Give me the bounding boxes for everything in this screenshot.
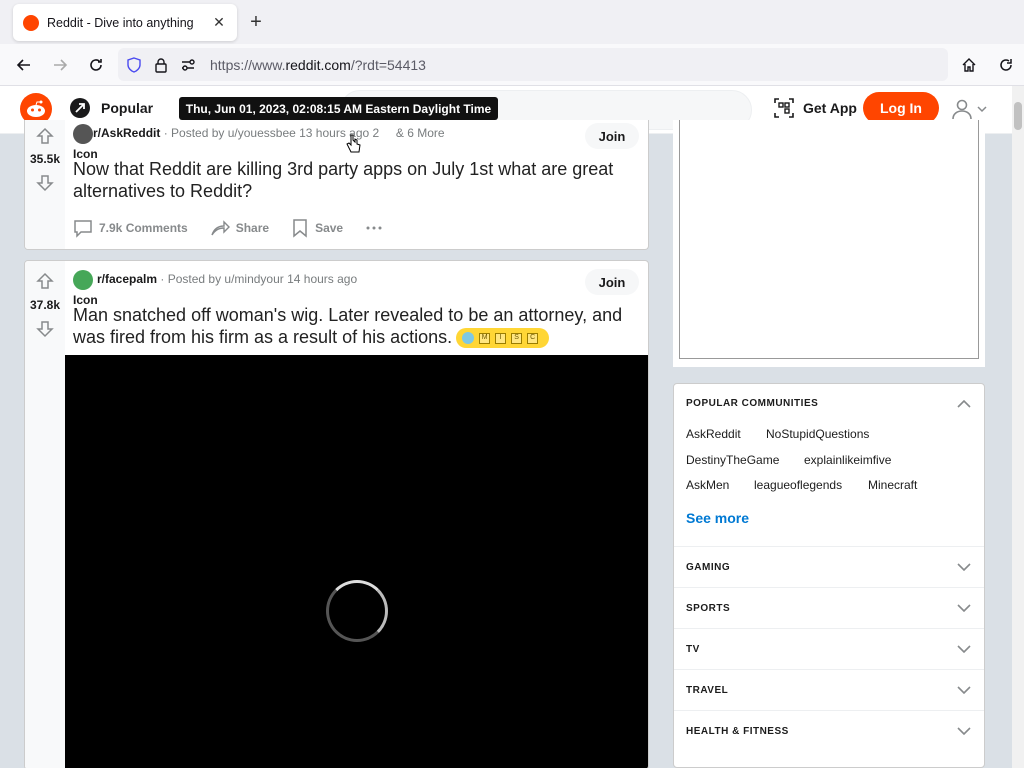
timestamp-tooltip: Thu, Jun 01, 2023, 02:08:15 AM Eastern D… [179,97,498,120]
category-label: HEALTH & FITNESS [686,726,789,737]
comments-label: 7.9k Comments [99,221,188,235]
see-more-link[interactable]: See more [686,510,749,526]
browser-tab[interactable]: Reddit - Dive into anything ✕ [13,4,237,41]
lock-icon[interactable] [154,57,168,73]
sync-icon[interactable] [994,53,1018,77]
flair-letter: S [511,332,523,344]
comments-button[interactable]: 7.9k Comments [73,218,188,238]
category-label: SPORTS [686,603,731,614]
community-link[interactable]: leagueoflegends [754,478,842,492]
reddit-favicon-icon [23,14,39,31]
category-tv[interactable]: TV [674,628,984,669]
bookmark-icon [293,219,307,238]
flair-letter: M [479,332,491,344]
post-actions: 7.9k Comments Share Save [73,218,411,238]
popular-communities-title: POPULAR COMMUNITIES [686,398,819,409]
upvote-icon[interactable] [35,126,55,146]
downvote-icon[interactable] [35,319,55,339]
post-meta: r/AskReddit · Posted by u/youessbee 13 h… [73,126,445,140]
get-app-label: Get App [803,100,857,116]
post-card[interactable]: 37.8k r/facepalm · Posted by u/mindyour … [24,260,649,768]
qr-code-icon [774,98,794,118]
vote-score: 37.8k [29,298,61,312]
share-label: Share [235,221,270,235]
flair-emoji-icon [462,332,475,345]
category-label: TRAVEL [686,685,729,696]
category-sports[interactable]: SPORTS [674,587,984,628]
community-link[interactable]: AskReddit [686,427,741,441]
chevron-up-icon[interactable] [956,396,972,412]
permissions-icon[interactable] [180,57,196,73]
get-app-button[interactable]: Get App [774,98,857,118]
share-button[interactable]: Share [210,218,269,238]
post-title[interactable]: Man snatched off woman's wig. Later reve… [73,304,648,349]
video-player[interactable] [65,355,648,768]
posted-by[interactable]: · Posted by u/youessbee 13 hours ago [164,126,369,140]
browser-nav-bar: https://www.reddit.com/?rdt=54413 [0,44,1024,86]
vote-score: 35.5k [29,152,61,166]
user-menu[interactable] [951,98,988,120]
save-button[interactable]: Save [291,218,343,238]
comment-icon [74,220,92,238]
shield-icon[interactable] [126,56,142,73]
share-icon [211,220,230,236]
home-icon[interactable] [957,53,981,77]
trending-arrow-icon [70,98,90,118]
subreddit-link[interactable]: r/facepalm [97,272,157,286]
community-link[interactable]: NoStupidQuestions [766,427,869,441]
mouse-cursor-icon [346,134,362,159]
url-text: https://www.reddit.com/?rdt=54413 [210,56,426,73]
award-count[interactable]: 2 & 6 More [373,126,445,140]
feed-label: Popular [101,100,154,116]
new-tab-icon[interactable]: + [246,10,266,34]
browser-tab-bar: Reddit - Dive into anything ✕ + [0,0,1024,44]
feed-selector[interactable]: Popular [70,98,153,118]
downvote-icon[interactable] [35,173,55,193]
community-link[interactable]: AskMen [686,478,729,492]
vote-column: 35.5k [25,120,65,249]
url-bar[interactable]: https://www.reddit.com/?rdt=54413 [118,48,948,81]
subreddit-link[interactable]: r/AskReddit [93,126,160,140]
popular-communities-panel: POPULAR COMMUNITIES AskReddit NoStupidQu… [673,383,985,768]
sidebar-ad-box [673,120,985,367]
more-options-icon[interactable] [365,225,389,231]
community-link[interactable]: explainlikeimfive [804,453,891,467]
flair-letter: C [527,332,539,344]
posted-by[interactable]: · Posted by u/mindyour 14 hours ago [160,272,357,286]
post-card[interactable]: 35.5k r/AskReddit · Posted by u/youessbe… [24,120,649,250]
category-label: GAMING [686,562,731,573]
community-link[interactable]: DestinyTheGame [686,453,779,467]
chevron-down-icon [956,641,972,657]
user-icon [952,99,972,120]
tab-title: Reddit - Dive into anything [47,15,194,30]
chevron-down-icon [977,106,987,113]
loading-spinner-icon [326,580,388,642]
upvote-icon[interactable] [35,271,55,291]
chevron-down-icon [956,559,972,575]
vote-column: 37.8k [25,261,65,768]
post-flair[interactable]: MISC [456,328,550,349]
save-label: Save [315,221,344,235]
chevron-down-icon [956,723,972,739]
chevron-down-icon [956,682,972,698]
join-button[interactable]: Join [585,123,639,149]
page-scrollbar[interactable] [1012,86,1024,768]
reload-icon[interactable] [84,53,108,77]
category-travel[interactable]: TRAVEL [674,669,984,710]
close-tab-icon[interactable]: ✕ [211,14,227,31]
chevron-down-icon [956,600,972,616]
ad-frame [679,120,979,359]
flair-letter: I [495,332,507,344]
post-title[interactable]: Now that Reddit are killing 3rd party ap… [73,158,648,202]
community-link[interactable]: Minecraft [868,478,917,492]
category-label: TV [686,644,700,655]
back-icon[interactable] [12,53,36,77]
forward-icon[interactable] [48,53,72,77]
scrollbar-thumb[interactable] [1014,102,1022,130]
category-health-fitness[interactable]: HEALTH & FITNESS [674,710,984,751]
category-gaming[interactable]: GAMING [674,546,984,587]
join-button[interactable]: Join [585,269,639,295]
post-meta: r/facepalm · Posted by u/mindyour 14 hou… [73,272,357,286]
